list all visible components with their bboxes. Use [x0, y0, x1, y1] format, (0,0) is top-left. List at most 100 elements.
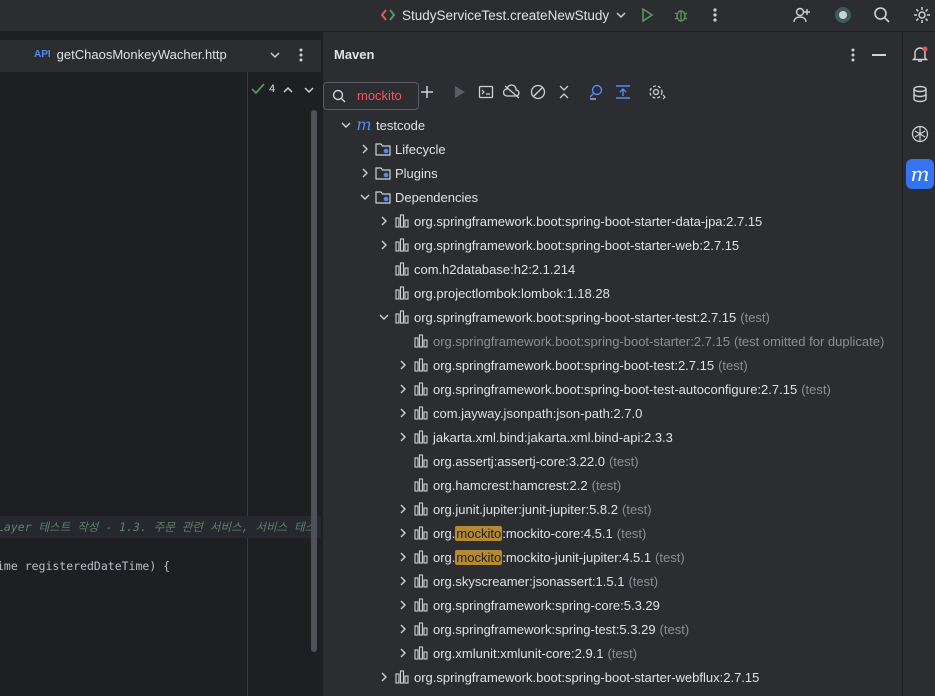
ai-assistant-icon[interactable]	[832, 5, 854, 25]
show-dependencies-icon[interactable]	[615, 84, 631, 100]
dependency-scope: (test omitted for duplicate)	[733, 333, 885, 349]
dependency-scope: (test)	[740, 309, 770, 325]
tree-row[interactable]: com.jayway.jsonpath:json-path:2.7.0	[395, 402, 642, 424]
analyze-dependencies-icon[interactable]	[588, 84, 604, 100]
tree-row[interactable]: m testcode	[338, 114, 425, 136]
chevron-right-icon[interactable]	[395, 501, 411, 517]
chevron-right-icon[interactable]	[395, 429, 411, 445]
code-line: ime registeredDateTime) {	[0, 559, 171, 573]
maven-icon[interactable]: m	[906, 159, 934, 189]
tree-row[interactable]: Plugins	[357, 162, 438, 184]
tree-row[interactable]: org.mockito:mockito-junit-jupiter:4.5.1(…	[395, 546, 685, 568]
dependency-scope: (test)	[607, 645, 638, 661]
tree-row[interactable]: org.skyscreamer:jsonassert:1.5.1 (test)	[395, 570, 658, 592]
chevron-down-icon[interactable]	[338, 117, 354, 133]
tree-row[interactable]: org.springframework.boot:spring-boot-sta…	[376, 234, 739, 256]
tree-row-label: org.springframework.boot:spring-boot-tes…	[433, 357, 715, 373]
chevron-right-icon[interactable]	[395, 645, 411, 661]
tree-row[interactable]: org.junit.jupiter:junit-jupiter:5.8.2 (te…	[395, 498, 652, 520]
tree-row[interactable]: org.hamcrest:hamcrest:2.2 (test)	[395, 474, 621, 496]
tree-row-label: org.junit.jupiter:junit-jupiter:5.8.2	[433, 501, 618, 517]
tree-row[interactable]: org.assertj:assertj-core:3.22.0 (test)	[395, 450, 639, 472]
editor-scrollbar[interactable]	[311, 110, 317, 652]
tree-row[interactable]: org.springframework.boot:spring-boot-sta…	[376, 210, 762, 232]
library-icon	[394, 237, 410, 253]
chevron-right-icon[interactable]	[376, 213, 392, 229]
tree-row[interactable]: com.h2database:h2:2.1.214	[376, 258, 575, 280]
library-icon	[394, 261, 410, 277]
editor-more-icon[interactable]	[299, 47, 303, 63]
run-icon[interactable]	[636, 5, 658, 25]
debug-icon[interactable]	[670, 5, 692, 25]
tree-row-label: org.assertj:assertj-core:3.22.0	[433, 453, 605, 469]
library-icon	[413, 429, 429, 445]
inspection-widget[interactable]: 4	[251, 83, 275, 95]
folder-icon	[375, 165, 391, 181]
library-icon	[413, 381, 429, 397]
chevron-right-icon[interactable]	[395, 525, 411, 541]
folder-icon	[375, 189, 391, 205]
tree-row[interactable]: org.xmlunit:xmlunit-core:2.9.1 (test)	[395, 642, 637, 664]
tree-row[interactable]: org.springframework:spring-test:5.3.29 (t…	[395, 618, 689, 640]
chevron-right-icon[interactable]	[395, 405, 411, 421]
chevron-down-icon[interactable]	[357, 189, 373, 205]
dependency-scope: (test)	[622, 501, 652, 517]
tree-row-label: org.springframework:spring-test:5.3.29	[433, 621, 656, 637]
graphql-icon[interactable]	[911, 125, 929, 143]
chevron-right-icon[interactable]	[395, 597, 411, 613]
notifications-icon[interactable]	[911, 45, 929, 63]
tab-list-chevron-icon[interactable]	[269, 49, 281, 61]
library-icon	[413, 645, 429, 661]
run-configuration-selector[interactable]: StudyServiceTest.createNewStudy	[380, 5, 627, 25]
chevron-down-icon[interactable]	[376, 309, 392, 325]
library-icon	[413, 501, 429, 517]
add-icon[interactable]	[419, 84, 435, 100]
more-icon[interactable]	[704, 5, 726, 25]
dependency-scope: (test)	[718, 357, 748, 373]
chevron-right-icon[interactable]	[395, 549, 411, 565]
chevron-right-icon[interactable]	[376, 237, 392, 253]
tree-row[interactable]: org.mockito:mockito-core:4.5.1 (test)	[395, 522, 646, 544]
execute-goal-icon[interactable]	[478, 84, 494, 100]
dependency-scope: (test)	[655, 549, 685, 565]
library-icon	[413, 453, 429, 469]
chevron-right-icon[interactable]	[395, 573, 411, 589]
skip-tests-icon[interactable]	[530, 84, 546, 100]
tree-row[interactable]: Dependencies	[357, 186, 478, 208]
tree-row[interactable]: org.springframework.boot:spring-boot-sta…	[376, 306, 770, 328]
dependency-scope: (test)	[628, 573, 659, 589]
chevron-right-icon[interactable]	[376, 669, 392, 685]
minimize-icon[interactable]	[872, 54, 886, 56]
search-icon[interactable]	[871, 5, 893, 25]
tree-row[interactable]: org.springframework.boot:spring-boot-tes…	[395, 354, 748, 376]
chevron-right-icon[interactable]	[357, 165, 373, 181]
search-input[interactable]: mockito	[357, 88, 402, 103]
tree-row[interactable]: org.springframework.boot:spring-boot-tes…	[395, 378, 831, 400]
tree-row[interactable]: org.springframework.boot:spring-boot-sta…	[395, 330, 884, 352]
tree-row[interactable]: Lifecycle	[357, 138, 446, 160]
search-match-highlight: mockito	[455, 525, 503, 541]
maven-search-field[interactable]: mockito	[323, 82, 419, 110]
tree-row-label: jakarta.xml.bind:jakarta.xml.bind-api:2.…	[433, 429, 673, 445]
build-tool-settings-icon[interactable]	[648, 84, 666, 100]
chevron-right-icon[interactable]	[357, 141, 373, 157]
maven-options-icon[interactable]	[851, 47, 855, 63]
chevron-up-icon[interactable]	[282, 84, 294, 96]
collapse-all-icon[interactable]	[557, 84, 571, 100]
run-maven-build-icon[interactable]	[453, 84, 467, 100]
chevron-right-icon[interactable]	[395, 621, 411, 637]
settings-icon[interactable]	[911, 5, 933, 25]
tree-row[interactable]: org.springframework:spring-core:5.3.29	[395, 594, 660, 616]
tree-row[interactable]: org.projectlombok:lombok:1.18.28	[376, 282, 610, 304]
editor-tab[interactable]: API getChaosMonkeyWacher.http	[34, 47, 227, 62]
database-icon[interactable]	[911, 85, 929, 103]
add-user-icon[interactable]	[791, 5, 813, 25]
tree-row[interactable]: org.springframework.boot:spring-boot-sta…	[376, 666, 759, 688]
tree-row[interactable]: jakarta.xml.bind:jakarta.xml.bind-api:2.…	[395, 426, 673, 448]
chevron-right-icon[interactable]	[395, 357, 411, 373]
chevron-right-icon[interactable]	[395, 381, 411, 397]
chevron-down-icon[interactable]	[303, 84, 315, 96]
dependency-scope: (test)	[591, 477, 622, 493]
offline-mode-icon[interactable]	[503, 84, 521, 100]
